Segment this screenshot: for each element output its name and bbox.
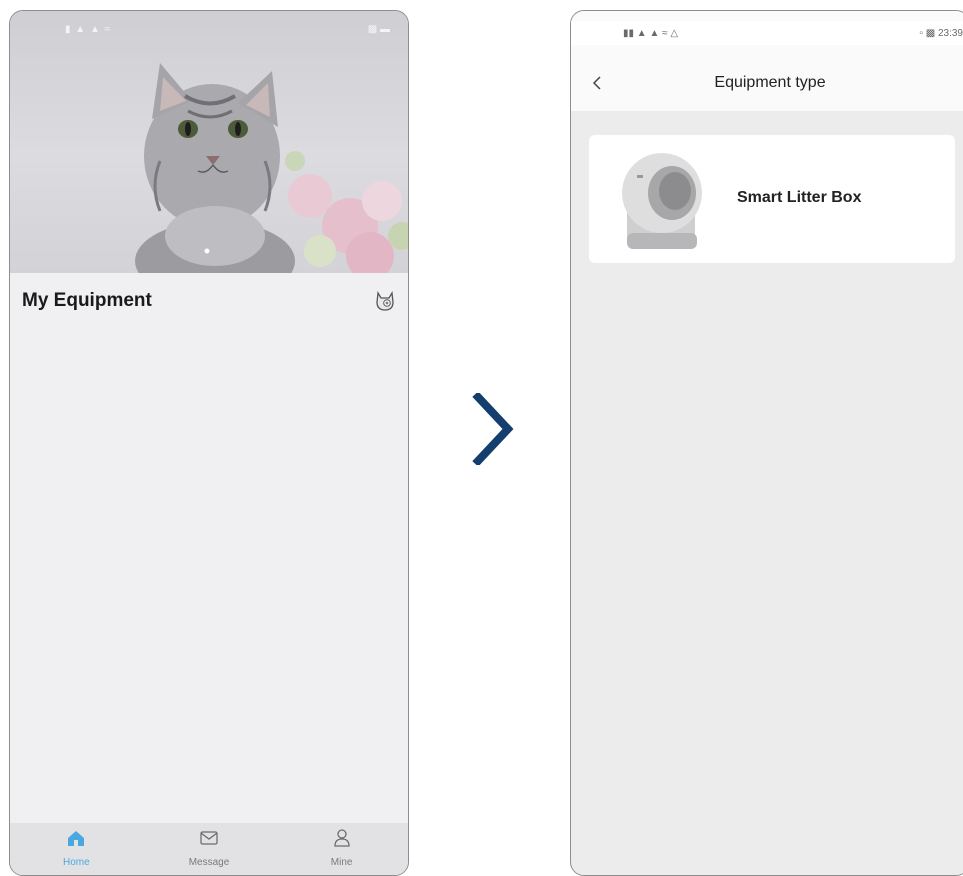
equipment-card-smart-litter-box[interactable]: Smart Litter Box [589, 135, 955, 263]
bottom-tab-bar: Home Message Mine [10, 823, 408, 875]
status-bar: ▮▮ ▲ ▲ ≈ △ ▫ ▩ 23:39 [571, 21, 963, 45]
phone-screen-equipment-type: ▮▮ ▲ ▲ ≈ △ ▫ ▩ 23:39 Equipment type Smar… [570, 10, 963, 876]
tab-label-mine: Mine [330, 857, 353, 868]
nav-bar: Equipment type [571, 61, 963, 105]
chevron-left-icon [592, 76, 601, 90]
person-icon [333, 829, 350, 847]
cat-photo [135, 63, 408, 273]
litter-box-image [622, 153, 702, 249]
tab-mine[interactable]: Mine [297, 827, 387, 868]
signal-icons: ▮ ▲ ▲ ≈ [65, 23, 112, 35]
tab-label-message: Message [188, 857, 230, 868]
section-title: My Equipment [22, 290, 152, 311]
banner-carousel[interactable]: ▮ ▲ ▲ ≈ ▩ ▬ [10, 11, 408, 273]
back-button[interactable] [587, 71, 607, 95]
phone-screen-home: ▮ ▲ ▲ ≈ ▩ ▬ My Equipment Home Message Mi… [9, 10, 409, 876]
tab-label-home: Home [62, 857, 90, 868]
page-title: Equipment type [714, 74, 826, 91]
signal-icons: ▮▮ ▲ ▲ ≈ △ [623, 27, 679, 39]
equipment-name: Smart Litter Box [737, 189, 862, 206]
status-bar: ▮ ▲ ▲ ≈ ▩ ▬ [10, 11, 408, 47]
chevron-right-icon [472, 393, 514, 465]
add-cat-icon[interactable] [374, 290, 396, 312]
battery-icon: ▫ ▩ [919, 27, 938, 39]
equipment-header: My Equipment [10, 273, 408, 329]
battery-icons: ▩ ▬ [367, 23, 390, 35]
tab-message[interactable]: Message [164, 827, 254, 868]
tab-home[interactable]: Home [31, 827, 121, 868]
home-icon [68, 831, 85, 846]
status-time: 23:39 [937, 27, 963, 39]
envelope-icon [200, 831, 218, 845]
